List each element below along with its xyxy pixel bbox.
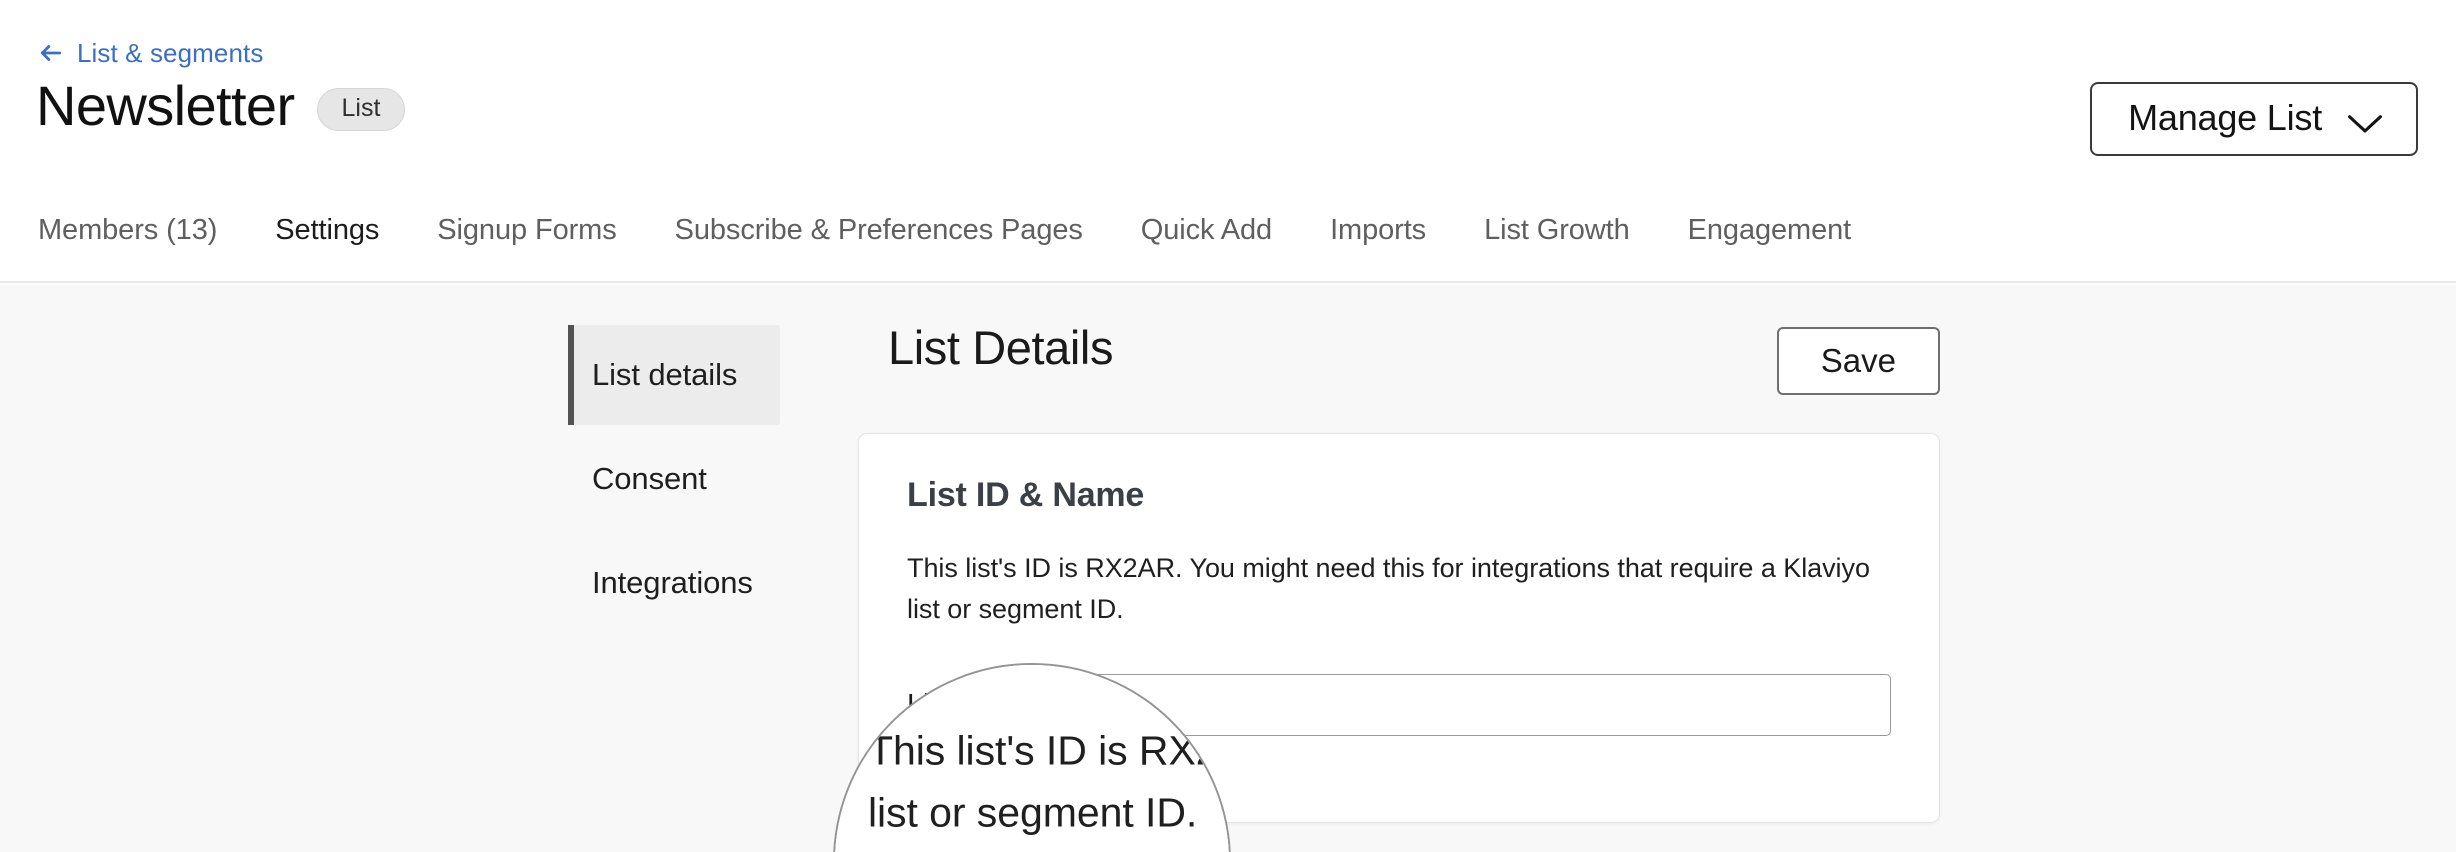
subnav-item-list-details[interactable]: List details xyxy=(568,325,780,425)
tab-bar: Members (13) Settings Signup Forms Subsc… xyxy=(0,190,2456,283)
list-type-badge: List xyxy=(317,88,406,131)
list-settings-page: List & segments Newsletter List Manage L… xyxy=(0,0,2456,852)
manage-list-button[interactable]: Manage List xyxy=(2090,82,2418,156)
page-title: Newsletter xyxy=(36,78,295,134)
magnifier-lens: List ID & Name This list's ID is RX2AR. … xyxy=(833,663,1231,852)
card-title: List ID & Name xyxy=(907,478,1891,512)
card-description: This list's ID is RX2AR. You might need … xyxy=(907,548,1877,630)
breadcrumb-label: List & segments xyxy=(77,40,263,66)
tab-quick-add[interactable]: Quick Add xyxy=(1141,190,1272,245)
tab-settings[interactable]: Settings xyxy=(275,190,379,245)
tab-subscribe-preferences-pages[interactable]: Subscribe & Preferences Pages xyxy=(675,190,1083,245)
magnifier-lens-content: List ID & Name This list's ID is RX2AR. … xyxy=(833,663,1231,852)
arrow-left-icon xyxy=(38,40,64,66)
tab-members[interactable]: Members (13) xyxy=(38,190,217,245)
tab-imports[interactable]: Imports xyxy=(1330,190,1426,245)
tab-engagement[interactable]: Engagement xyxy=(1688,190,1851,245)
content-area: List details Consent Integrations List D… xyxy=(0,285,2456,852)
subnav-item-integrations[interactable]: Integrations xyxy=(568,533,780,633)
tab-list-growth[interactable]: List Growth xyxy=(1484,190,1630,245)
magnified-list-id-name-card: List ID & Name This list's ID is RX2AR. … xyxy=(833,663,1231,852)
title-row: Newsletter List xyxy=(36,78,405,134)
detail-header: List Details Save xyxy=(888,321,1940,395)
settings-subnav: List details Consent Integrations xyxy=(568,325,780,633)
tab-signup-forms[interactable]: Signup Forms xyxy=(437,190,616,245)
save-button[interactable]: Save xyxy=(1777,327,1940,395)
breadcrumb[interactable]: List & segments xyxy=(38,40,263,66)
subnav-item-consent[interactable]: Consent xyxy=(568,429,780,529)
manage-list-label: Manage List xyxy=(2128,100,2322,136)
chevron-down-icon xyxy=(2346,106,2384,130)
magnified-card-description: This list's ID is RX2AR. You might need … xyxy=(868,720,1231,845)
detail-title: List Details xyxy=(888,321,1113,375)
page-header: List & segments Newsletter List Manage L… xyxy=(0,0,2456,283)
